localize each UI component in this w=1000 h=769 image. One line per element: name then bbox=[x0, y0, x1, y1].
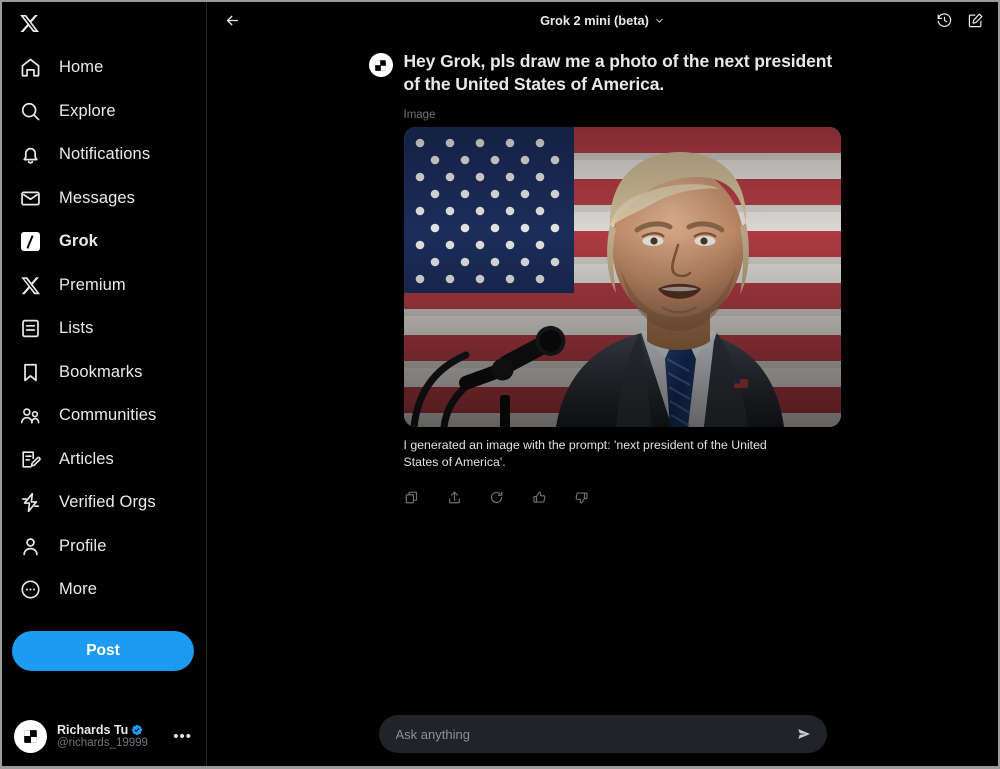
x-premium-icon bbox=[19, 274, 42, 297]
grok-avatar-icon bbox=[368, 53, 393, 77]
more-circle-icon bbox=[19, 578, 42, 601]
sidebar-item-verified-orgs[interactable]: Verified Orgs bbox=[2, 481, 206, 525]
chevron-down-icon bbox=[656, 18, 663, 23]
list-icon bbox=[19, 317, 42, 340]
compose-pencil-icon[interactable] bbox=[967, 12, 984, 29]
articles-icon bbox=[19, 448, 42, 471]
verified-badge-icon bbox=[132, 724, 143, 736]
sidebar-item-premium[interactable]: Premium bbox=[2, 264, 206, 308]
avatar bbox=[14, 720, 47, 753]
main-panel: Grok 2 mini (beta) Hey Grok, pls draw me… bbox=[207, 2, 998, 766]
sidebar-item-home[interactable]: Home bbox=[2, 46, 206, 90]
sidebar-item-label: Premium bbox=[59, 275, 126, 294]
copy-icon[interactable] bbox=[404, 489, 420, 505]
bell-icon bbox=[19, 143, 42, 166]
sidebar: Home Explore Notifications Messages Grok… bbox=[2, 2, 207, 766]
communities-icon bbox=[19, 404, 42, 427]
sidebar-item-explore[interactable]: Explore bbox=[2, 90, 206, 134]
attachment-label: Image bbox=[403, 109, 436, 122]
sidebar-item-notifications[interactable]: Notifications bbox=[2, 133, 206, 177]
grok-chat-window: Home Explore Notifications Messages Grok… bbox=[0, 0, 1000, 769]
message-actions bbox=[404, 489, 837, 505]
bookmark-icon bbox=[19, 361, 42, 384]
sidebar-item-more[interactable]: More bbox=[2, 568, 206, 612]
account-text: Richards Tu @richards_19999 bbox=[57, 723, 148, 751]
sidebar-item-label: Communities bbox=[59, 406, 157, 425]
image-caption: I generated an image with the prompt: 'n… bbox=[403, 438, 767, 469]
sidebar-item-label: Articles bbox=[59, 449, 114, 468]
search-icon bbox=[19, 100, 42, 123]
sidebar-item-communities[interactable]: Communities bbox=[2, 394, 206, 438]
sidebar-item-lists[interactable]: Lists bbox=[2, 307, 206, 351]
generated-image[interactable] bbox=[403, 127, 841, 428]
post-button[interactable]: Post bbox=[12, 630, 194, 671]
message-body: Image I generated an image with the prom… bbox=[369, 109, 841, 505]
account-name-row: Richards Tu bbox=[57, 723, 148, 737]
thumbs-up-icon[interactable] bbox=[531, 489, 547, 505]
topbar-actions bbox=[936, 12, 984, 29]
composer[interactable] bbox=[378, 715, 827, 753]
prompt-text: Hey Grok, pls draw me a photo of the nex… bbox=[403, 51, 833, 95]
account-switcher[interactable]: Richards Tu @richards_19999 ••• bbox=[2, 720, 206, 753]
sidebar-item-label: Profile bbox=[59, 536, 107, 555]
account-handle: @richards_19999 bbox=[57, 737, 148, 750]
grok-icon bbox=[19, 230, 42, 253]
search-input[interactable] bbox=[395, 726, 794, 742]
topbar: Grok 2 mini (beta) bbox=[207, 2, 998, 38]
conversation-thread: Hey Grok, pls draw me a photo of the nex… bbox=[207, 38, 998, 715]
sidebar-item-articles[interactable]: Articles bbox=[2, 438, 206, 482]
sidebar-item-label: Lists bbox=[59, 319, 94, 338]
message-header: Hey Grok, pls draw me a photo of the nex… bbox=[368, 50, 837, 96]
sidebar-item-label: Home bbox=[59, 58, 104, 77]
sidebar-item-profile[interactable]: Profile bbox=[2, 525, 206, 569]
share-icon[interactable] bbox=[446, 489, 462, 505]
send-arrow-icon[interactable] bbox=[794, 724, 814, 744]
grok-message: Hey Grok, pls draw me a photo of the nex… bbox=[368, 50, 841, 505]
sidebar-item-label: Messages bbox=[59, 188, 136, 207]
sidebar-item-label: Verified Orgs bbox=[59, 493, 156, 512]
history-clock-icon[interactable] bbox=[936, 12, 953, 29]
home-icon bbox=[19, 56, 42, 79]
ellipsis-icon[interactable]: ••• bbox=[173, 728, 196, 745]
sidebar-item-grok[interactable]: Grok bbox=[2, 220, 206, 264]
person-icon bbox=[19, 535, 42, 558]
lightning-icon bbox=[19, 491, 42, 514]
sidebar-item-bookmarks[interactable]: Bookmarks bbox=[2, 351, 206, 395]
envelope-icon bbox=[19, 187, 42, 210]
sidebar-item-label: Bookmarks bbox=[59, 362, 143, 381]
composer-area bbox=[207, 715, 998, 766]
model-name: Grok 2 mini (beta) bbox=[540, 12, 649, 28]
sidebar-nav: Home Explore Notifications Messages Grok… bbox=[2, 46, 206, 612]
regenerate-icon[interactable] bbox=[489, 489, 505, 505]
sidebar-item-label: Grok bbox=[59, 232, 98, 251]
arrow-left-icon[interactable] bbox=[219, 7, 245, 33]
thumbs-down-icon[interactable] bbox=[574, 489, 590, 505]
sidebar-item-messages[interactable]: Messages bbox=[2, 177, 206, 221]
sidebar-item-label: Explore bbox=[59, 101, 116, 120]
account-name: Richards Tu bbox=[57, 722, 129, 737]
x-logo-icon[interactable] bbox=[2, 2, 206, 44]
model-selector[interactable]: Grok 2 mini (beta) bbox=[207, 13, 998, 28]
sidebar-item-label: Notifications bbox=[59, 145, 151, 164]
sidebar-item-label: More bbox=[59, 580, 97, 599]
